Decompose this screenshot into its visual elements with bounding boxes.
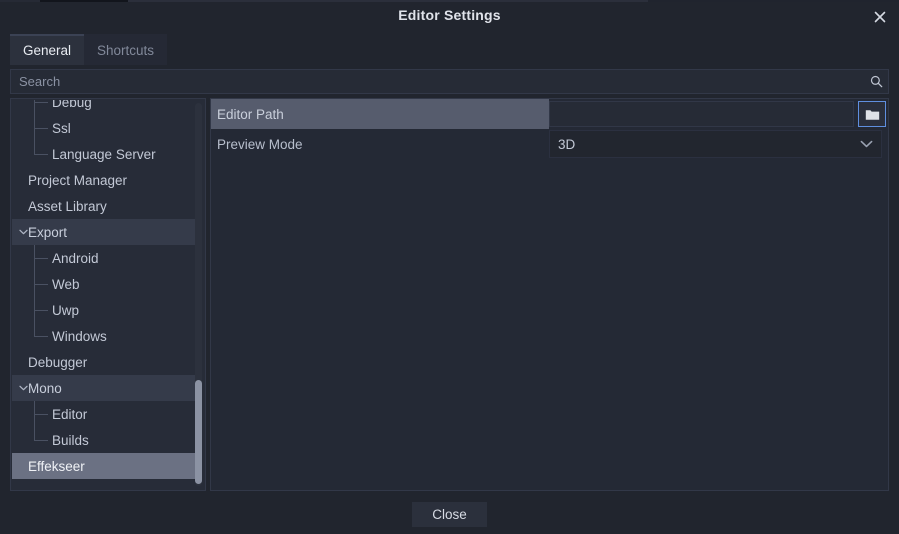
- tree-item-debugger[interactable]: Debugger: [12, 349, 198, 375]
- property-row-editor-path: Editor Path: [211, 99, 888, 129]
- tree-item-mono[interactable]: Mono: [12, 375, 198, 401]
- tree-item-export[interactable]: Export: [12, 219, 198, 245]
- tree-guide-line: [34, 310, 48, 311]
- tree-item-label: Language Server: [52, 146, 156, 162]
- settings-tabbar: General Shortcuts: [10, 34, 168, 65]
- tree-item-web[interactable]: Web: [12, 271, 198, 297]
- tree-item-asset-library[interactable]: Asset Library: [12, 193, 198, 219]
- search-bar: [10, 69, 889, 94]
- tree-item-android[interactable]: Android: [12, 245, 198, 271]
- close-x-icon[interactable]: [869, 6, 891, 28]
- search-input[interactable]: [11, 74, 864, 89]
- tree-item-label: Web: [52, 276, 80, 292]
- dialog-titlebar: Editor Settings: [0, 2, 899, 31]
- tree-item-label: Effekseer: [28, 458, 85, 474]
- tree-item-label: Mono: [28, 380, 62, 396]
- settings-content: Debug Ssl Language Server Project Manager As…: [10, 98, 889, 491]
- tree-item-project-manager[interactable]: Project Manager: [12, 167, 198, 193]
- tree-guide-line: [34, 440, 48, 441]
- tree-item-label: Project Manager: [28, 172, 128, 188]
- tree-guide-line: [34, 284, 48, 285]
- property-label-editor-path[interactable]: Editor Path: [211, 99, 549, 129]
- editor-settings-dialog: Editor Settings General Shortcuts Search…: [0, 2, 899, 534]
- tree-item-label: Windows: [52, 328, 107, 344]
- tree-item-effekseer[interactable]: Effekseer: [12, 453, 198, 479]
- tree-guide-line: [34, 336, 48, 337]
- tree-guide-line: [34, 154, 48, 155]
- folder-icon[interactable]: [858, 101, 886, 127]
- chevron-down-icon: [860, 140, 873, 148]
- tree-item-ssl[interactable]: Ssl: [12, 115, 198, 141]
- tree-item-label: Android: [52, 250, 99, 266]
- tree-item-label: Ssl: [52, 120, 71, 136]
- tree-item-windows[interactable]: Windows: [12, 323, 198, 349]
- tree-item-label: Editor: [52, 406, 88, 422]
- close-button[interactable]: Close: [412, 501, 487, 527]
- tab-general[interactable]: General: [10, 34, 85, 65]
- tab-general-label: General: [23, 43, 72, 58]
- tree-item-label: Uwp: [52, 302, 80, 318]
- tree-item-language-server[interactable]: Language Server: [12, 141, 198, 167]
- preview-mode-dropdown[interactable]: 3D: [549, 130, 882, 158]
- tree-item-label: Export: [28, 224, 68, 240]
- tree-guide-line: [34, 141, 35, 154]
- tree-scrollbar-thumb[interactable]: [195, 380, 202, 484]
- tree-guide-line: [34, 427, 35, 440]
- property-label-preview-mode[interactable]: Preview Mode: [211, 129, 549, 159]
- preview-mode-value: 3D: [558, 136, 576, 152]
- editor-path-input[interactable]: [549, 101, 854, 127]
- tree-item-label: Asset Library: [28, 198, 107, 214]
- tree-guide-line: [34, 128, 48, 129]
- tree-item-editor[interactable]: Editor: [12, 401, 198, 427]
- tree-guide-line: [34, 258, 48, 259]
- tree-guide-line: [34, 414, 48, 415]
- property-row-preview-mode: Preview Mode 3D: [211, 129, 888, 159]
- tree-item-label: Builds: [52, 432, 89, 448]
- search-icon[interactable]: [864, 70, 888, 93]
- tree-guide-line: [34, 102, 48, 103]
- tree-item-builds[interactable]: Builds: [12, 427, 198, 453]
- tree-guide-line: [34, 323, 35, 336]
- chevron-down-icon[interactable]: [17, 219, 29, 245]
- chevron-down-icon[interactable]: [17, 375, 29, 401]
- tree-item-debug[interactable]: Debug: [12, 100, 198, 115]
- tab-shortcuts-label: Shortcuts: [97, 43, 155, 58]
- tree-item-label: Debugger: [28, 354, 88, 370]
- tree-vertical-scrollbar[interactable]: [195, 103, 202, 486]
- settings-properties-panel: Editor Path Preview Mode 3D: [210, 98, 889, 491]
- tree-scroll-viewport: Debug Ssl Language Server Project Manager As…: [12, 100, 198, 490]
- dialog-title: Editor Settings: [398, 7, 501, 23]
- property-value-editor-path: [549, 99, 888, 129]
- property-value-preview-mode: 3D: [549, 129, 888, 159]
- dialog-footer: Close: [0, 494, 899, 534]
- tab-shortcuts[interactable]: Shortcuts: [84, 34, 168, 65]
- tree-items-container: Debug Ssl Language Server Project Manager As…: [12, 100, 198, 479]
- settings-category-tree: Debug Ssl Language Server Project Manager As…: [10, 98, 206, 491]
- tree-item-uwp[interactable]: Uwp: [12, 297, 198, 323]
- tree-item-label: Debug: [52, 100, 92, 110]
